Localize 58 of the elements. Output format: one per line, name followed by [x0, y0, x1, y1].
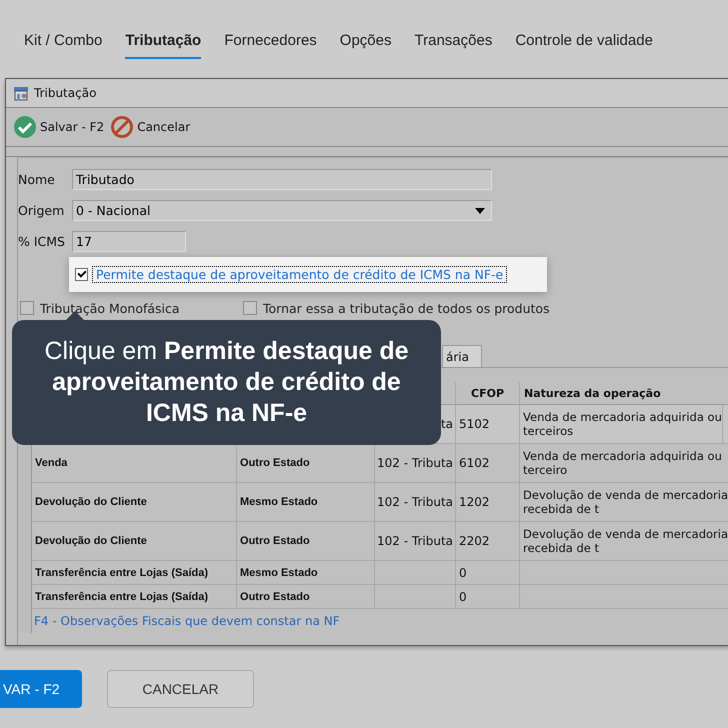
- origin-dropdown[interactable]: 0 - Nacional: [72, 200, 492, 221]
- table-cell: 0: [459, 590, 467, 604]
- page-tab[interactable]: Controle de validade: [515, 30, 653, 59]
- page-tab[interactable]: Fornecedores: [224, 30, 317, 59]
- table-row[interactable]: Transferência entre Lojas (Saída) Outro Estado 0: [32, 585, 728, 609]
- table-row[interactable]: Devolução do Cliente Mesmo Estado 102 - Tributa 1202 Devolução de venda de mercadoria recebida de t: [32, 483, 728, 522]
- table-cell: terceiro: [523, 463, 568, 477]
- table-cell: Devolução do Cliente: [35, 535, 147, 547]
- field-label: Nome: [18, 172, 56, 187]
- table-cell: 2202: [459, 534, 490, 548]
- table-row[interactable]: Transferência entre Lojas (Saída) Mesmo Estado 0: [32, 561, 728, 585]
- table-cell: Mesmo Estado: [240, 566, 318, 578]
- cancel-button[interactable]: CANCELAR: [107, 670, 254, 708]
- table-cell: 102 - Tributa: [377, 534, 454, 548]
- field-label: % ICMS: [18, 234, 66, 249]
- cancel-button[interactable]: Cancelar: [110, 115, 190, 139]
- table-cell: Devolução de venda de mercadoria: [523, 527, 728, 541]
- store-icon: [13, 85, 29, 101]
- table-cell: Transferência entre Lojas (Saída): [35, 590, 208, 602]
- table-cell: Outro Estado: [240, 535, 310, 547]
- table-cell: Venda de mercadoria adquirida ou: [523, 449, 722, 463]
- checkmark-icon: [13, 115, 37, 139]
- input-field[interactable]: Tributado: [72, 169, 492, 190]
- panel-tab[interactable]: ária: [442, 345, 482, 367]
- tooltip-text: Clique em Permite destaque de aproveitamento de crédito de ICMS na NF-e: [43, 336, 410, 430]
- page-tab[interactable]: Kit / Combo: [24, 30, 102, 59]
- table-row[interactable]: Devolução do Cliente Outro Estado 102 - Tributa 2202 Devolução de venda de mercadoria recebida de t: [32, 522, 728, 561]
- table-cell: 5102: [459, 417, 490, 431]
- window-title: Tributação: [34, 86, 96, 100]
- field-label: Origem: [18, 203, 66, 218]
- table-cell: 0: [459, 566, 467, 580]
- table-cell: Devolução do Cliente: [35, 496, 147, 508]
- table-cell: recebida de t: [523, 541, 600, 555]
- table-cell: recebida de t: [523, 502, 600, 516]
- save-button[interactable]: Salvar - F2: [13, 115, 104, 139]
- prohibited-icon: [110, 115, 134, 139]
- table-cell: Outro Estado: [240, 457, 310, 469]
- table-cell: terceiros: [523, 424, 574, 438]
- table-cell: Mesmo Estado: [240, 496, 318, 508]
- input-field[interactable]: 17: [72, 231, 186, 252]
- option-checkbox[interactable]: Tributação Monofásica: [20, 300, 243, 316]
- table-cell: Venda de mercadoria adquirida ou: [523, 410, 722, 424]
- page-tab[interactable]: Transações: [414, 30, 492, 59]
- table-cell: Outro Estado: [240, 590, 310, 602]
- table-cell: Transferência entre Lojas (Saída): [35, 566, 208, 578]
- table-cell: 102 - Tributa: [377, 495, 454, 509]
- column-header: Natureza da operação: [523, 386, 662, 402]
- table-cell: ta: [440, 417, 454, 431]
- table-cell: Venda: [35, 457, 68, 469]
- page-tab[interactable]: Opções: [340, 30, 392, 59]
- table-cell: 6102: [459, 456, 490, 470]
- page-tab[interactable]: Tributação: [125, 30, 202, 59]
- table-cell: 1202: [459, 495, 490, 509]
- save-button[interactable]: VAR - F2: [0, 670, 82, 708]
- option-checkbox[interactable]: Tornar essa a tributação de todos os produtos: [243, 300, 550, 316]
- table-cell: Devolução de venda de mercadoria: [523, 488, 728, 502]
- column-header: CFOP: [456, 382, 520, 404]
- table-cell: 102 - Tributa: [377, 456, 454, 470]
